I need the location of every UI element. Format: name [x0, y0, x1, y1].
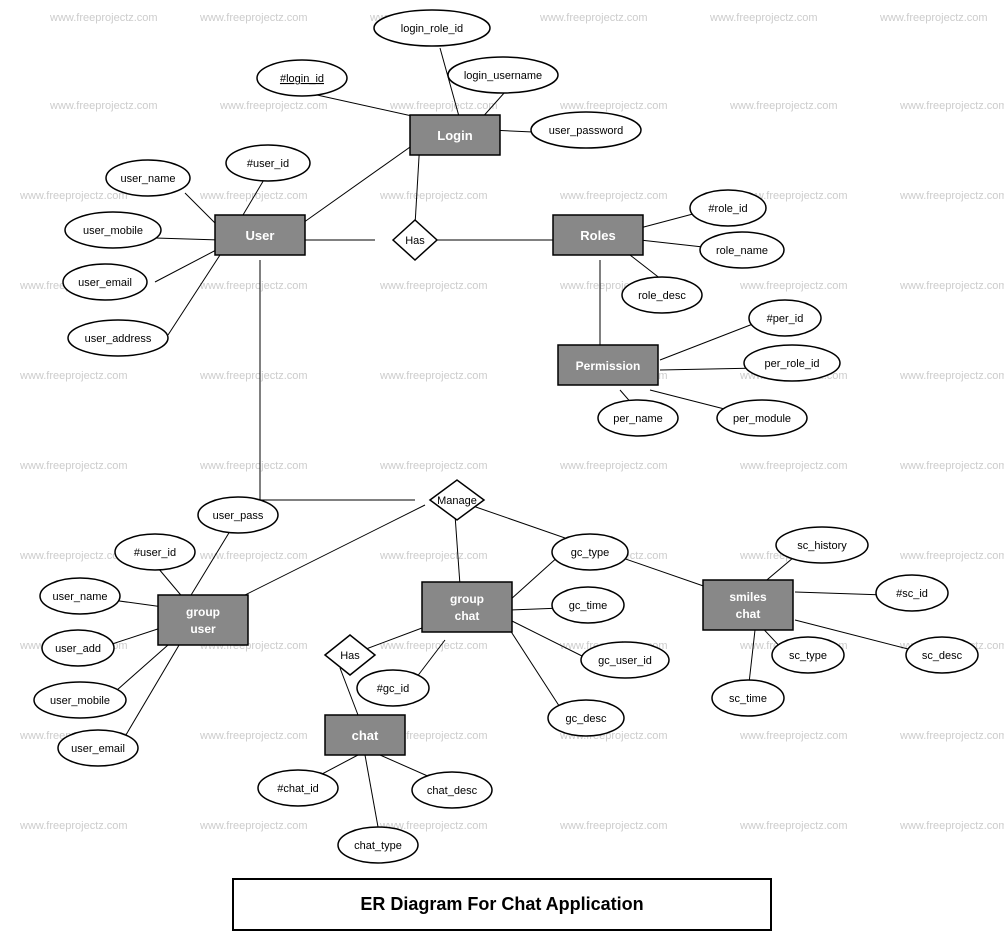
attr-role-id: #role_id: [708, 203, 747, 215]
attr-gc-id: #gc_id: [377, 683, 409, 695]
attr-per-id: #per_id: [767, 313, 804, 325]
attr-user-add: user_add: [55, 643, 101, 655]
attr-user-name-bot: user_name: [52, 591, 107, 603]
attr-chat-id: #chat_id: [277, 783, 319, 795]
attr-gc-desc: gc_desc: [566, 713, 607, 725]
attr-gc-type: gc_type: [571, 547, 610, 559]
smiles-chat-entity-label2: chat: [736, 607, 761, 621]
attr-user-address: user_address: [85, 333, 152, 345]
attr-role-desc: role_desc: [638, 290, 686, 302]
group-chat-entity-label: group: [450, 592, 484, 606]
group-user-entity-label2: user: [190, 622, 216, 636]
attr-chat-desc: chat_desc: [427, 785, 478, 797]
group-chat-entity-label2: chat: [455, 609, 480, 623]
er-diagram: Login User Roles Permission group chat s…: [0, 0, 1004, 941]
attr-login-username: login_username: [464, 70, 542, 82]
attr-user-id-top: #user_id: [247, 158, 289, 170]
roles-entity-label: Roles: [580, 228, 615, 243]
permission-entity-label: Permission: [576, 359, 641, 373]
user-entity-label: User: [246, 228, 275, 243]
has1-diamond-label: Has: [405, 235, 425, 247]
attr-login-role-id: login_role_id: [401, 23, 463, 35]
attr-user-mobile: user_mobile: [83, 225, 143, 237]
diagram-title: ER Diagram For Chat Application: [232, 878, 772, 931]
chat-entity-label: chat: [352, 728, 379, 743]
attr-user-password: user_password: [549, 125, 624, 137]
attr-login-id: #login_id: [280, 73, 324, 85]
attr-sc-id: #sc_id: [896, 588, 928, 600]
attr-user-email-bot: user_email: [71, 743, 125, 755]
attr-gc-time: gc_time: [569, 600, 608, 612]
attr-sc-history: sc_history: [797, 540, 847, 552]
attr-user-pass: user_pass: [213, 510, 264, 522]
login-entity-label: Login: [437, 128, 472, 143]
attr-sc-desc: sc_desc: [922, 650, 963, 662]
attr-user-name-top: user_name: [120, 173, 175, 185]
attr-per-module: per_module: [733, 413, 791, 425]
has2-diamond-label: Has: [340, 650, 360, 662]
attr-user-email: user_email: [78, 277, 132, 289]
attr-sc-type: sc_type: [789, 650, 827, 662]
attr-user-id-bot: #user_id: [134, 547, 176, 559]
attr-role-name: role_name: [716, 245, 768, 257]
group-user-entity-label: group: [186, 605, 220, 619]
attr-gc-user-id: gc_user_id: [598, 655, 652, 667]
attr-user-mobile-bot: user_mobile: [50, 695, 110, 707]
attr-per-role-id: per_role_id: [764, 358, 819, 370]
attr-sc-time: sc_time: [729, 693, 767, 705]
manage-diamond-label: Manage: [437, 495, 477, 507]
attr-per-name: per_name: [613, 413, 663, 425]
attr-chat-type: chat_type: [354, 840, 402, 852]
smiles-chat-entity-label: smiles: [729, 590, 767, 604]
